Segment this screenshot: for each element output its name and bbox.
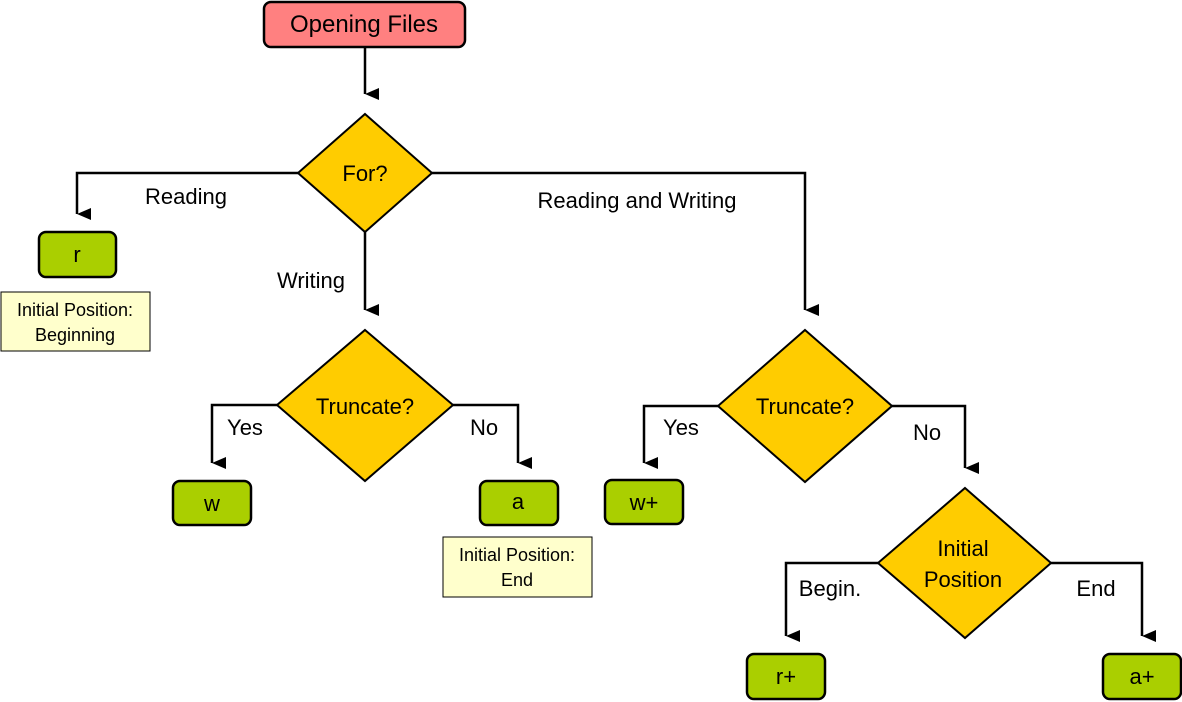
mode-a-plus: a+ bbox=[1101, 652, 1182, 701]
mode-r-label: r bbox=[73, 242, 80, 267]
decision-truncate-rw: Truncate? bbox=[716, 328, 894, 484]
mode-a-plus-label: a+ bbox=[1129, 664, 1154, 689]
edge-label-rw-no: No bbox=[913, 420, 941, 445]
decision-initial-position-line-1: Initial bbox=[937, 536, 988, 561]
mode-w: w bbox=[171, 479, 253, 527]
flowchart: Opening Files For? Reading Writing Readi… bbox=[0, 0, 1182, 701]
mode-w-plus: w+ bbox=[603, 478, 685, 526]
decision-initial-position: Initial Position bbox=[876, 486, 1053, 640]
note-r: Initial Position: Beginning bbox=[0, 291, 151, 352]
start-label: Opening Files bbox=[290, 11, 438, 38]
decision-truncate-rw-label: Truncate? bbox=[756, 394, 854, 419]
note-a-line-2: End bbox=[501, 570, 533, 590]
decision-truncate-write-label: Truncate? bbox=[316, 394, 414, 419]
note-a: Initial Position: End bbox=[442, 536, 593, 598]
mode-a-label: a bbox=[512, 489, 525, 514]
note-a-line-1: Initial Position: bbox=[459, 545, 575, 565]
edge-label-begin: Begin. bbox=[799, 576, 861, 601]
edge-label-writing: Writing bbox=[277, 268, 345, 293]
decision-truncate-write: Truncate? bbox=[275, 328, 455, 483]
mode-r-plus-label: r+ bbox=[776, 664, 796, 689]
mode-r: r bbox=[37, 230, 118, 279]
edge-label-rw-yes: Yes bbox=[663, 415, 699, 440]
decision-for-label: For? bbox=[342, 161, 387, 186]
edge-label-reading: Reading bbox=[145, 184, 227, 209]
decision-for: For? bbox=[296, 112, 434, 234]
edge-label-reading-and-writing: Reading and Writing bbox=[538, 188, 737, 213]
note-r-line-1: Initial Position: bbox=[17, 300, 133, 320]
mode-r-plus: r+ bbox=[745, 652, 827, 701]
mode-w-plus-label: w+ bbox=[629, 490, 659, 515]
edge-label-end: End bbox=[1076, 576, 1115, 601]
edge-label-write-yes: Yes bbox=[227, 415, 263, 440]
start-node: Opening Files bbox=[262, 0, 467, 49]
decision-initial-position-shape bbox=[876, 486, 1053, 640]
mode-w-label: w bbox=[203, 491, 220, 516]
note-r-line-2: Beginning bbox=[35, 325, 115, 345]
decision-initial-position-line-2: Position bbox=[924, 567, 1002, 592]
mode-a: a bbox=[478, 479, 560, 527]
edge-label-write-no: No bbox=[470, 415, 498, 440]
